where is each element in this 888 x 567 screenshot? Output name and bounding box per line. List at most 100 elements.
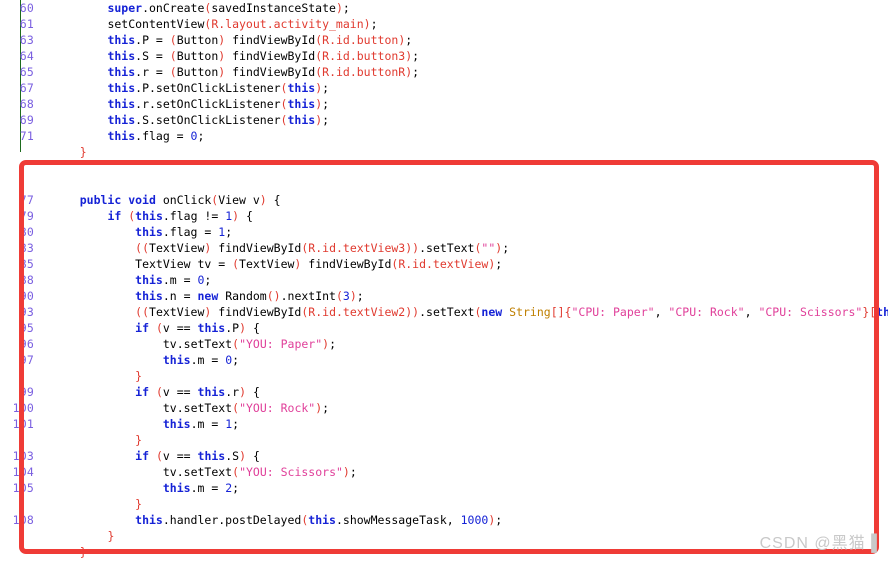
code-token: this <box>197 385 226 399</box>
code-line[interactable]: 77 public void onClick(View v) { <box>0 192 888 208</box>
code-line-text[interactable]: this.m = 1; <box>163 416 239 432</box>
code-token: (( <box>135 305 150 319</box>
code-line[interactable]: 93 ((TextView) findViewById(R.id.textView… <box>0 304 888 320</box>
code-line-text[interactable]: ((TextView) findViewById(R.id.textView2)… <box>135 304 888 320</box>
code-line[interactable]: } <box>0 528 888 544</box>
code-token: findViewById <box>301 257 392 271</box>
code-line[interactable]: 101 this.m = 1; <box>0 416 888 432</box>
code-line[interactable]: 64 this.S = (Button) findViewById(R.id.bu… <box>0 48 888 64</box>
code-line-text[interactable]: this.flag = 0; <box>107 128 204 144</box>
line-number: 60 <box>19 1 34 15</box>
code-line[interactable]: 100 tv.setText("YOU: Rock"); <box>0 400 888 416</box>
code-line-text[interactable]: this.r.setOnClickListener(this); <box>107 96 329 112</box>
code-line-text[interactable]: tv.setText("YOU: Rock"); <box>163 400 329 416</box>
code-line[interactable]: 104 tv.setText("YOU: Scissors"); <box>0 464 888 480</box>
code-token: View v <box>218 193 260 207</box>
code-token: this <box>287 113 316 127</box>
code-line[interactable]: 63 this.P = (Button) findViewById(R.id.bu… <box>0 32 888 48</box>
code-line-text[interactable]: if (v == this.r) { <box>135 384 260 400</box>
code-line-text[interactable]: this.m = 0; <box>163 352 239 368</box>
code-token: .setText <box>419 305 475 319</box>
code-line-text[interactable]: if (this.flag != 1) { <box>107 208 252 224</box>
code-line[interactable]: } <box>0 368 888 384</box>
code-line-text[interactable]: this.flag = 1; <box>135 224 232 240</box>
code-line-text[interactable]: } <box>135 496 142 512</box>
code-line-text[interactable]: super.onCreate(savedInstanceState); <box>107 0 349 16</box>
code-token: Button <box>176 33 219 47</box>
code-line[interactable] <box>0 176 888 192</box>
code-line-text[interactable]: this.P = (Button) findViewById(R.id.butt… <box>107 32 412 48</box>
code-line[interactable]: } <box>0 144 888 160</box>
code-token: ) <box>239 385 247 399</box>
code-line[interactable]: 97 this.m = 0; <box>0 352 888 368</box>
line-number: 99 <box>19 385 34 399</box>
code-line-text[interactable]: ((TextView) findViewById(R.id.textView3)… <box>135 240 509 256</box>
code-line-list[interactable]: 60 super.onCreate(savedInstanceState); 61 s… <box>0 0 888 560</box>
code-line[interactable]: 90 this.n = new Random().nextInt(3); <box>0 288 888 304</box>
code-line[interactable]: 67 this.P.setOnClickListener(this); <box>0 80 888 96</box>
code-line-text[interactable]: if (v == this.S) { <box>135 448 260 464</box>
code-token: }[ <box>862 305 877 319</box>
code-token: "YOU: Rock" <box>239 401 316 415</box>
code-line-text[interactable]: this.S = (Button) findViewById(R.id.butt… <box>107 48 419 64</box>
code-line[interactable]: 83 ((TextView) findViewById(R.id.textView… <box>0 240 888 256</box>
code-line[interactable] <box>0 160 888 176</box>
code-token: ; <box>329 337 337 351</box>
code-line[interactable]: 85 TextView tv = (TextView) findViewById(… <box>0 256 888 272</box>
code-line[interactable]: 79 if (this.flag != 1) { <box>0 208 888 224</box>
code-token: .r = <box>135 65 170 79</box>
code-line-text[interactable]: setContentView(R.layout.activity_main); <box>107 16 377 32</box>
code-token: ; <box>502 241 510 255</box>
code-line[interactable]: 88 this.m = 0; <box>0 272 888 288</box>
code-line[interactable]: 103 if (v == this.S) { <box>0 448 888 464</box>
code-token: "CPU: Scissors" <box>758 305 863 319</box>
code-token: ; <box>412 49 420 63</box>
code-line[interactable]: 71 this.flag = 0; <box>0 128 888 144</box>
code-line-text[interactable]: } <box>135 368 142 384</box>
code-line-text[interactable]: this.P.setOnClickListener(this); <box>107 80 329 96</box>
code-line[interactable]: 61 setContentView(R.layout.activity_main)… <box>0 16 888 32</box>
code-line[interactable]: 65 this.r = (Button) findViewById(R.id.bu… <box>0 64 888 80</box>
code-token: "CPU: Rock" <box>668 305 745 319</box>
code-line-text[interactable]: this.m = 2; <box>163 480 239 496</box>
code-line[interactable]: } <box>0 496 888 512</box>
code-line[interactable]: 60 super.onCreate(savedInstanceState); <box>0 0 888 16</box>
code-token: .r.setOnClickListener <box>135 97 281 111</box>
code-line-text[interactable]: TextView tv = (TextView) findViewById(R.… <box>135 256 502 272</box>
code-token: this <box>107 113 136 127</box>
code-line-text[interactable]: } <box>80 144 87 160</box>
code-line-text[interactable]: } <box>107 528 114 544</box>
code-token: R.layout.activity_main <box>211 17 364 31</box>
code-line-text[interactable]: this.S.setOnClickListener(this); <box>107 112 329 128</box>
code-token: ; <box>322 401 330 415</box>
code-line[interactable]: 80 this.flag = 1; <box>0 224 888 240</box>
code-line[interactable]: } <box>0 544 888 560</box>
code-token: )) <box>405 241 420 255</box>
code-line[interactable]: 105 this.m = 2; <box>0 480 888 496</box>
code-line-text[interactable]: } <box>135 432 142 448</box>
code-token: ( <box>169 65 177 79</box>
code-line[interactable]: } <box>0 432 888 448</box>
line-number: 65 <box>19 65 34 79</box>
code-line[interactable]: 95 if (v == this.P) { <box>0 320 888 336</box>
code-line[interactable]: 69 this.S.setOnClickListener(this); <box>0 112 888 128</box>
code-line-text[interactable]: this.m = 0; <box>135 272 211 288</box>
code-token: { <box>246 449 260 463</box>
code-token: ) <box>349 289 357 303</box>
code-line[interactable]: 96 tv.setText("YOU: Paper"); <box>0 336 888 352</box>
code-line-text[interactable]: if (v == this.P) { <box>135 320 260 336</box>
code-line-text[interactable]: tv.setText("YOU: Paper"); <box>163 336 336 352</box>
code-line-text[interactable]: this.n = new Random().nextInt(3); <box>135 288 364 304</box>
code-line-text[interactable]: public void onClick(View v) { <box>80 192 281 208</box>
code-token: ) <box>342 465 350 479</box>
code-line-text[interactable]: tv.setText("YOU: Scissors"); <box>163 464 357 480</box>
code-line-text[interactable]: this.handler.postDelayed(this.showMessag… <box>135 512 502 528</box>
code-line[interactable]: 99 if (v == this.r) { <box>0 384 888 400</box>
code-line[interactable]: 108 this.handler.postDelayed(this.showMes… <box>0 512 888 528</box>
code-line-text[interactable]: } <box>80 544 87 560</box>
code-line[interactable]: 68 this.r.setOnClickListener(this); <box>0 96 888 112</box>
code-line-text[interactable]: this.r = (Button) findViewById(R.id.butt… <box>107 64 419 80</box>
code-token: if <box>135 449 150 463</box>
code-token: .r <box>225 385 240 399</box>
code-editor-content[interactable]: 60 super.onCreate(savedInstanceState); 61 s… <box>0 0 888 567</box>
